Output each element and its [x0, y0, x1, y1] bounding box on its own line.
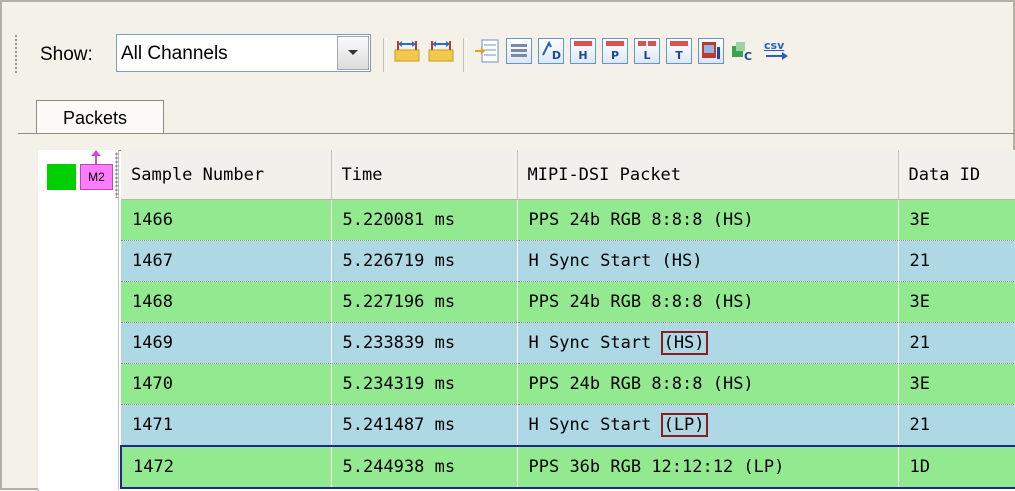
cell-sample-number: 1468 [121, 281, 332, 323]
chevron-down-icon [348, 50, 358, 55]
marker-green[interactable] [47, 164, 76, 190]
mode-highlight: (HS) [660, 331, 708, 355]
cell-packet: PPS 24b RGB 8:8:8 (HS) [517, 199, 899, 241]
marker-column [38, 150, 119, 490]
dropdown-button[interactable] [337, 36, 369, 70]
decode-d-icon[interactable]: D [538, 38, 564, 64]
packet-text: PPS 36b RGB 12:12:12 (LP) [528, 457, 785, 477]
cell-time: 5.226719 ms [331, 240, 518, 282]
packet-view-icon[interactable] [506, 38, 532, 64]
cell-data-id: 21 [898, 240, 1015, 282]
cell-time: 5.234319 ms [331, 363, 518, 405]
cell-time: 5.227196 ms [331, 281, 518, 323]
table-row[interactable]: 1470 5.234319 ms PPS 24b RGB 8:8:8 (HS) 3E [121, 363, 1015, 405]
cell-sample-number: 1471 [121, 404, 332, 447]
cell-packet: H Sync Start (LP) [517, 404, 899, 447]
tab-packets[interactable]: Packets [36, 100, 164, 134]
header-sample-number[interactable]: Sample Number [121, 150, 332, 200]
toolbar-separator [383, 38, 387, 72]
cell-time: 5.241487 ms [331, 404, 518, 447]
packet-text: PPS 24b RGB 8:8:8 (HS) [528, 292, 754, 312]
decode-l-icon[interactable]: L [634, 38, 660, 64]
cell-sample-number: 1470 [121, 363, 332, 405]
packet-text: PPS 24b RGB 8:8:8 (HS) [528, 374, 754, 394]
cell-data-id: 3E [898, 199, 1015, 241]
show-label: Show: [40, 44, 93, 65]
cell-sample-number: 1466 [121, 199, 332, 241]
decode-h-icon[interactable]: H [570, 38, 596, 64]
table-row[interactable]: 1466 5.220081 ms PPS 24b RGB 8:8:8 (HS) 3E [121, 199, 1015, 241]
cell-sample-number: 1467 [121, 240, 332, 282]
export-csv-icon[interactable]: csv [764, 36, 790, 62]
cell-data-id: 3E [898, 281, 1015, 323]
table-row[interactable]: 1467 5.226719 ms H Sync Start (HS) 21 [121, 240, 1015, 282]
cell-packet: PPS 24b RGB 8:8:8 (HS) [517, 281, 899, 323]
insert-column-icon[interactable] [474, 38, 500, 64]
toolbar-grip[interactable] [14, 34, 18, 74]
cell-time: 5.233839 ms [331, 322, 518, 364]
header-time[interactable]: Time [331, 150, 518, 200]
column-splitter[interactable] [115, 152, 119, 198]
tab-strip-line [18, 133, 1015, 134]
header-data-id[interactable]: Data ID [898, 150, 1015, 200]
packet-text: PPS 24b RGB 8:8:8 (HS) [528, 210, 754, 230]
table-row[interactable]: 1468 5.227196 ms PPS 24b RGB 8:8:8 (HS) 3E [121, 281, 1015, 323]
toolbar-separator [463, 38, 467, 72]
cell-data-id: 1D [898, 445, 1015, 489]
decode-t-icon[interactable]: T [666, 38, 692, 64]
cell-packet: H Sync Start (HS) [517, 240, 899, 282]
decode-image-icon[interactable] [698, 38, 724, 64]
channel-select-value: All Channels [121, 43, 228, 64]
channel-select[interactable]: All Channels [116, 34, 371, 72]
table-header: Sample Number Time MIPI-DSI Packet Data … [121, 150, 1015, 200]
cell-time: 5.220081 ms [331, 199, 518, 241]
cell-data-id: 21 [898, 322, 1015, 364]
packet-text: H Sync Start (HS) [528, 251, 703, 271]
header-mipi-dsi-packet[interactable]: MIPI-DSI Packet [517, 150, 899, 200]
prev-marker-icon[interactable] [394, 38, 420, 64]
packets-table: Sample Number Time MIPI-DSI Packet Data … [120, 150, 1015, 489]
cell-sample-number: 1469 [121, 322, 332, 364]
cell-packet: H Sync Start (HS) [517, 322, 899, 364]
mode-highlight: (LP) [660, 413, 708, 437]
cell-data-id: 3E [898, 363, 1015, 405]
packet-text: H Sync Start [528, 415, 652, 435]
table-row[interactable]: 1472 5.244938 ms PPS 36b RGB 12:12:12 (LP)… [120, 445, 1015, 489]
decode-c-icon[interactable]: C [730, 38, 756, 64]
next-marker-icon[interactable] [428, 38, 454, 64]
packet-text: H Sync Start [528, 333, 652, 353]
cell-sample-number: 1472 [120, 445, 332, 489]
table-row[interactable]: 1469 5.233839 ms H Sync Start (HS) 21 [121, 322, 1015, 364]
cell-packet: PPS 24b RGB 8:8:8 (HS) [517, 363, 899, 405]
cell-time: 5.244938 ms [331, 445, 518, 489]
cell-data-id: 21 [898, 404, 1015, 447]
decode-p-icon[interactable]: P [602, 38, 628, 64]
cell-packet: PPS 36b RGB 12:12:12 (LP) [517, 445, 899, 489]
marker-m2[interactable]: M2 [80, 164, 113, 190]
table-row[interactable]: 1471 5.241487 ms H Sync Start (LP) 21 [121, 404, 1015, 447]
